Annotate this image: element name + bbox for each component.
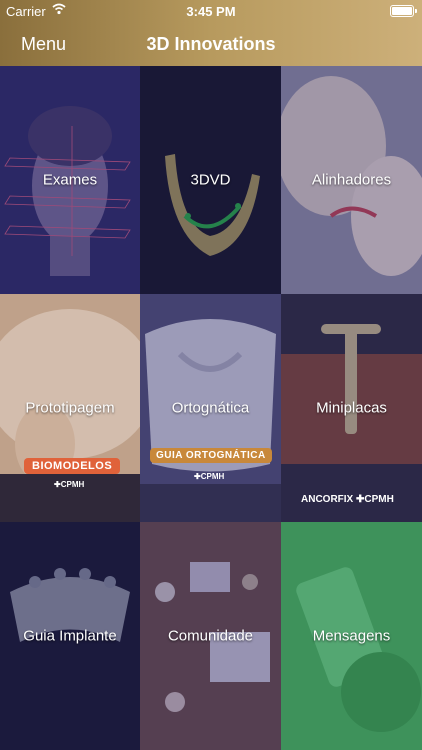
- status-bar: Carrier 3:45 PM: [0, 0, 422, 22]
- tile-prototipagem[interactable]: Prototipagem BIOMODELOS ✚CPMH: [0, 294, 140, 522]
- battery-icon: [390, 5, 417, 17]
- tile-label: 3DVD: [190, 171, 231, 189]
- tile-miniplacas[interactable]: Miniplacas ANCORFIX ✚CPMH: [281, 294, 422, 522]
- tile-badge: BIOMODELOS: [24, 458, 121, 474]
- tile-label: Exames: [42, 171, 98, 189]
- tile-label: Ortognática: [171, 399, 250, 417]
- module-grid: Exames 3DVD Alinhadores Prototipagem BIO…: [0, 66, 422, 750]
- tile-mensagens[interactable]: Mensagens: [281, 522, 422, 750]
- tile-guia-implante[interactable]: Guia Implante: [0, 522, 140, 750]
- tile-badge: GUIA ORTOGNÁTICA: [150, 448, 272, 463]
- page-title: 3D Innovations: [146, 34, 276, 54]
- tile-label: Alinhadores: [311, 171, 392, 189]
- tile-3dvd[interactable]: 3DVD: [140, 66, 281, 294]
- tile-badge: ANCORFIX ✚CPMH: [301, 494, 394, 505]
- tile-alinhadores[interactable]: Alinhadores: [281, 66, 422, 294]
- tile-ortognatica[interactable]: Ortognática GUIA ORTOGNÁTICA ✚CPMH: [140, 294, 281, 522]
- tile-label: Guia Implante: [23, 627, 117, 645]
- tile-label: Comunidade: [167, 627, 254, 645]
- tile-label: Mensagens: [312, 627, 391, 645]
- tile-label: Prototipagem: [25, 399, 115, 417]
- tile-comunidade[interactable]: Comunidade: [140, 522, 281, 750]
- tile-label: Miniplacas: [316, 399, 387, 417]
- brand-logo: ✚CPMH: [54, 480, 85, 489]
- tile-exames[interactable]: Exames: [0, 66, 140, 294]
- top-bar: Carrier 3:45 PM Menu 3D Innovations: [0, 0, 422, 66]
- nav-bar: Menu 3D Innovations: [0, 22, 422, 66]
- brand-logo: ✚CPMH: [194, 472, 225, 481]
- status-time: 3:45 PM: [186, 4, 236, 19]
